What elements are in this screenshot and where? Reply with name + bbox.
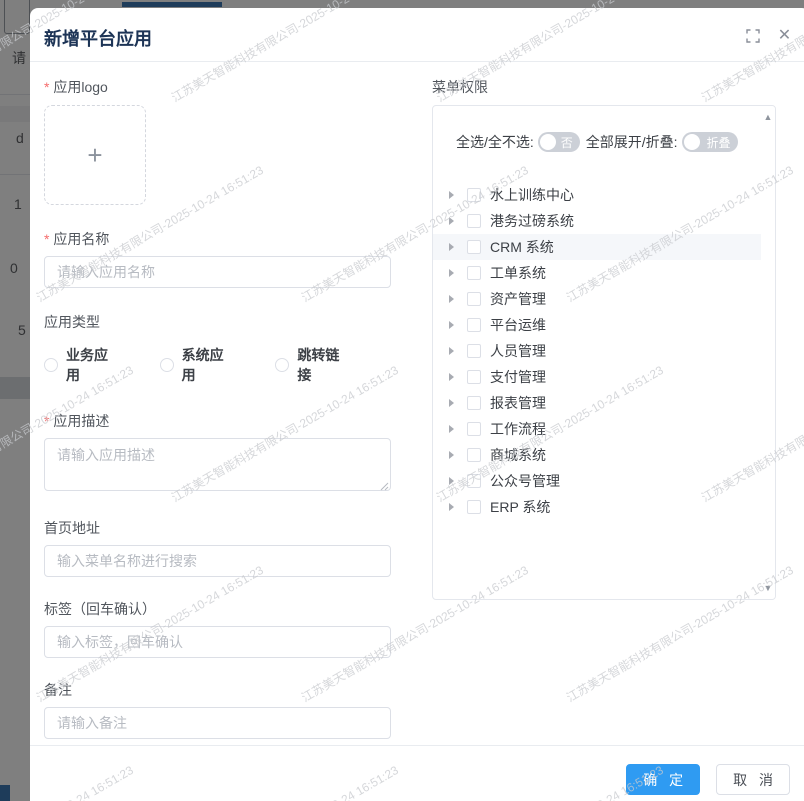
switch-knob [540,134,556,150]
type-radio-group: 业务应用 系统应用 跳转链接 [44,345,391,385]
logo-upload-button[interactable]: + [44,105,146,205]
tree-item-label: ERP 系统 [490,497,550,517]
description-label: 应用描述 [44,413,391,429]
menu-permissions-section: 菜单权限 全选/全不选: 否 全部展开/折叠: 折叠 [432,79,776,600]
tree-checkbox[interactable] [467,188,481,202]
tree-item-label: CRM 系统 [490,237,554,257]
expand-caret-icon[interactable] [449,451,454,459]
tree-item-label: 报表管理 [490,393,546,413]
menu-permissions-panel: 全选/全不选: 否 全部展开/折叠: 折叠 水上训练中心 [432,105,776,600]
expand-all-label: 全部展开/折叠: [586,132,678,152]
expand-caret-icon[interactable] [449,243,454,251]
tree-item[interactable]: 平台运维 [433,312,775,338]
tree-checkbox[interactable] [467,240,481,254]
cancel-button[interactable]: 取 消 [716,764,790,795]
tree-item-label: 资产管理 [490,289,546,309]
expand-caret-icon[interactable] [449,399,454,407]
select-all-switch[interactable]: 否 [538,132,580,152]
logo-label: 应用logo [44,79,391,95]
menu-permissions-label: 菜单权限 [432,79,776,95]
dialog-footer: 确 定 取 消 [30,745,804,795]
tree-checkbox[interactable] [467,448,481,462]
tags-label: 标签（回车确认） [44,601,391,617]
name-label: 应用名称 [44,231,391,247]
dialog-header: 新增平台应用 ✕ [30,8,804,62]
remark-label: 备注 [44,682,391,698]
expand-caret-icon[interactable] [449,191,454,199]
close-icon[interactable]: ✕ [777,28,792,43]
fullscreen-icon[interactable] [745,28,760,43]
expand-caret-icon[interactable] [449,425,454,433]
expand-caret-icon[interactable] [449,295,454,303]
tree-item-label: 支付管理 [490,367,546,387]
scroll-down-icon[interactable]: ▼ [763,584,773,592]
radio-circle-icon [160,358,174,372]
add-platform-app-dialog: 新增平台应用 ✕ 应用logo + 应用名称 应用类型 [30,8,804,801]
tree-item[interactable]: 商城系统 [433,442,775,468]
tree-item[interactable]: ERP 系统 [433,494,775,520]
tree-item[interactable]: 报表管理 [433,390,775,416]
tree-item-label: 水上训练中心 [490,185,574,205]
tree-item[interactable]: 工单系统 [433,260,775,286]
expand-caret-icon[interactable] [449,373,454,381]
tree-item-label: 工作流程 [490,419,546,439]
select-all-label: 全选/全不选: [456,132,534,152]
tree-checkbox[interactable] [467,500,481,514]
scroll-up-icon[interactable]: ▲ [763,113,773,121]
tree-checkbox[interactable] [467,266,481,280]
tags-input[interactable] [44,626,391,658]
tree-item[interactable]: 工作流程 [433,416,775,442]
radio-circle-icon [275,358,289,372]
tree-checkbox[interactable] [467,292,481,306]
tree-scrollbar[interactable]: ▲ ▼ [761,106,775,599]
expand-caret-icon[interactable] [449,503,454,511]
tree-item-label: 港务过磅系统 [490,211,574,231]
page: 请d105 新增平台应用 ✕ 应用logo + 应用名称 [0,0,804,801]
tree-item[interactable]: 人员管理 [433,338,775,364]
remark-input[interactable] [44,707,391,739]
expand-caret-icon[interactable] [449,217,454,225]
expand-caret-icon[interactable] [449,269,454,277]
tree-item-label: 商城系统 [490,445,546,465]
tree-item-label: 公众号管理 [490,471,560,491]
tree-item[interactable]: 水上训练中心 [433,182,775,208]
homepage-input[interactable] [44,545,391,577]
description-textarea[interactable] [44,438,391,491]
expand-caret-icon[interactable] [449,321,454,329]
tree-item[interactable]: 港务过磅系统 [433,208,775,234]
tree-toggle-row: 全选/全不选: 否 全部展开/折叠: 折叠 [456,132,775,152]
tree-item[interactable]: 资产管理 [433,286,775,312]
confirm-button[interactable]: 确 定 [626,764,700,795]
plus-icon: + [87,140,102,171]
tree-item-label: 平台运维 [490,315,546,335]
switch-knob [684,134,700,150]
dialog-title: 新增平台应用 [44,25,152,51]
homepage-label: 首页地址 [44,520,391,536]
radio-circle-icon [44,358,58,372]
type-label: 应用类型 [44,314,391,330]
expand-caret-icon[interactable] [449,347,454,355]
tree-item[interactable]: 支付管理 [433,364,775,390]
tree-checkbox[interactable] [467,396,481,410]
tree-item-label: 人员管理 [490,341,546,361]
expand-all-switch[interactable]: 折叠 [682,132,738,152]
tree-checkbox[interactable] [467,422,481,436]
expand-caret-icon[interactable] [449,477,454,485]
tree-item[interactable]: CRM 系统 [433,234,775,260]
app-form: 应用logo + 应用名称 应用类型 业务应用 [44,79,391,739]
tree-item[interactable]: 公众号管理 [433,468,775,494]
tree-checkbox[interactable] [467,214,481,228]
name-input[interactable] [44,256,391,288]
radio-system-app[interactable]: 系统应用 [160,345,229,385]
tree-checkbox[interactable] [467,318,481,332]
tree-item-label: 工单系统 [490,263,546,283]
tree-checkbox[interactable] [467,474,481,488]
radio-jump-link[interactable]: 跳转链接 [275,345,344,385]
menu-tree: 水上训练中心 港务过磅系统 CRM 系统 工单系统 资产管理 平台运维 人员管理… [433,182,775,520]
radio-business-app[interactable]: 业务应用 [44,345,113,385]
tree-checkbox[interactable] [467,370,481,384]
tree-checkbox[interactable] [467,344,481,358]
